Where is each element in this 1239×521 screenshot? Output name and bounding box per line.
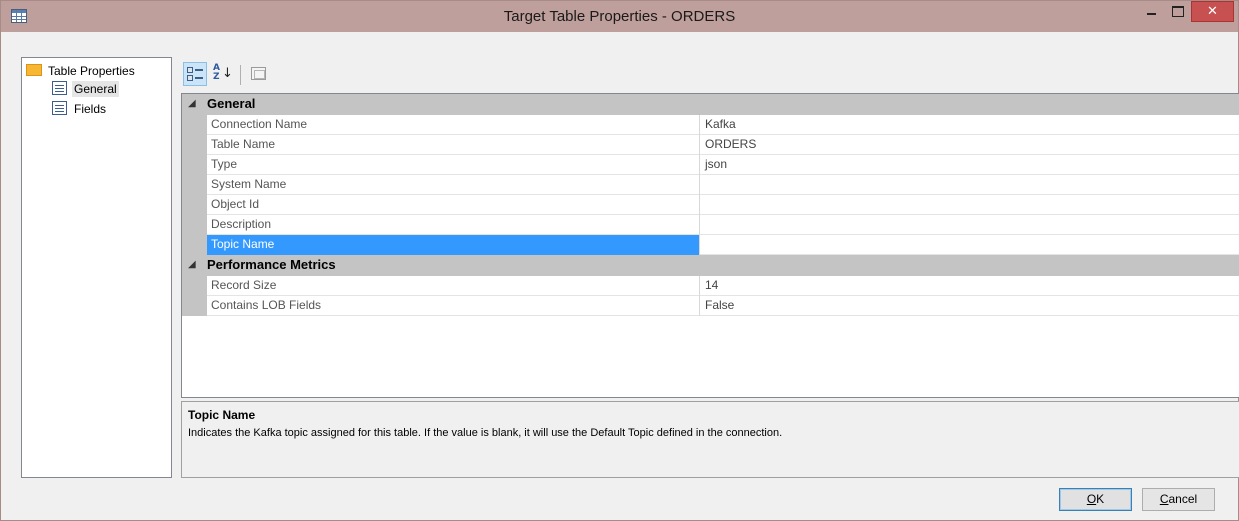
tree-item-label: Table Properties [48, 64, 135, 78]
property-name: Type [207, 155, 700, 175]
properties-tree[interactable]: Table Properties General Fields [21, 57, 172, 478]
property-row[interactable]: Table Name ORDERS [182, 135, 1239, 155]
tree-item-label: Fields [74, 102, 107, 116]
property-name: Description [207, 215, 700, 235]
property-panel: AZ ↓ ◢ General Connection Name Kafka Tab… [181, 57, 1239, 478]
property-grid[interactable]: ◢ General Connection Name Kafka Table Na… [181, 93, 1239, 398]
property-name: Connection Name [207, 115, 700, 135]
title-bar[interactable]: Target Table Properties - ORDERS ✕ [1, 1, 1238, 32]
property-row[interactable]: System Name [182, 175, 1239, 195]
sort-az-icon: AZ [213, 63, 220, 82]
property-pages-icon [251, 67, 266, 80]
property-value[interactable]: False [701, 296, 1239, 316]
property-value[interactable] [701, 235, 1239, 255]
alphabetical-sort-button[interactable]: AZ ↓ [209, 62, 233, 86]
window-title: Target Table Properties - ORDERS [503, 8, 736, 25]
ok-accelerator: O [1086, 492, 1097, 506]
property-row[interactable]: Connection Name Kafka [182, 115, 1239, 135]
property-row[interactable]: Record Size 14 [182, 276, 1239, 296]
category-performance-metrics[interactable]: ◢ Performance Metrics [182, 255, 1239, 276]
tree-item-label: General [72, 81, 119, 97]
property-row-selected[interactable]: Topic Name [182, 235, 1239, 255]
property-row[interactable]: Type json [182, 155, 1239, 175]
cancel-button[interactable]: Cancel [1142, 488, 1215, 511]
property-name: System Name [207, 175, 700, 195]
property-name: Record Size [207, 276, 700, 296]
description-panel: Topic Name Indicates the Kafka topic ass… [181, 401, 1239, 478]
cancel-label: ancel [1168, 492, 1198, 506]
category-general[interactable]: ◢ General [182, 94, 1239, 115]
property-pages-button[interactable] [247, 62, 271, 86]
property-row[interactable]: Contains LOB Fields False [182, 296, 1239, 316]
folder-icon [26, 64, 42, 76]
ok-label: K [1096, 492, 1105, 506]
category-label: Performance Metrics [207, 257, 336, 272]
description-title: Topic Name [188, 408, 256, 422]
category-label: General [207, 96, 256, 111]
property-name: Table Name [207, 135, 700, 155]
document-icon [52, 101, 67, 115]
close-icon: ✕ [1207, 4, 1218, 19]
property-value[interactable] [701, 175, 1239, 195]
document-icon [52, 81, 67, 95]
description-text: Indicates the Kafka topic assigned for t… [188, 427, 783, 439]
property-name: Topic Name [207, 235, 700, 255]
ok-button[interactable]: OK [1059, 488, 1132, 511]
property-name: Object Id [207, 195, 700, 215]
property-value[interactable] [701, 215, 1239, 235]
property-row[interactable]: Description [182, 215, 1239, 235]
collapse-icon[interactable]: ◢ [188, 255, 196, 275]
property-value[interactable]: 14 [701, 276, 1239, 296]
property-value[interactable] [701, 195, 1239, 215]
property-value[interactable]: ORDERS [701, 135, 1239, 155]
dialog-window: Target Table Properties - ORDERS ✕ Table… [0, 0, 1239, 521]
maximize-button[interactable] [1165, 1, 1191, 22]
property-value[interactable]: Kafka [701, 115, 1239, 135]
toolbar-separator [240, 65, 241, 85]
property-row[interactable]: Object Id [182, 195, 1239, 215]
minimize-button[interactable] [1139, 1, 1165, 22]
property-name: Contains LOB Fields [207, 296, 700, 316]
categorized-button[interactable] [183, 62, 207, 86]
property-value[interactable]: json [701, 155, 1239, 175]
close-button[interactable]: ✕ [1191, 1, 1234, 22]
property-toolbar: AZ ↓ [181, 57, 1239, 93]
categorized-icon [187, 66, 203, 82]
collapse-icon[interactable]: ◢ [188, 94, 196, 114]
sort-arrow-icon: ↓ [222, 66, 233, 81]
